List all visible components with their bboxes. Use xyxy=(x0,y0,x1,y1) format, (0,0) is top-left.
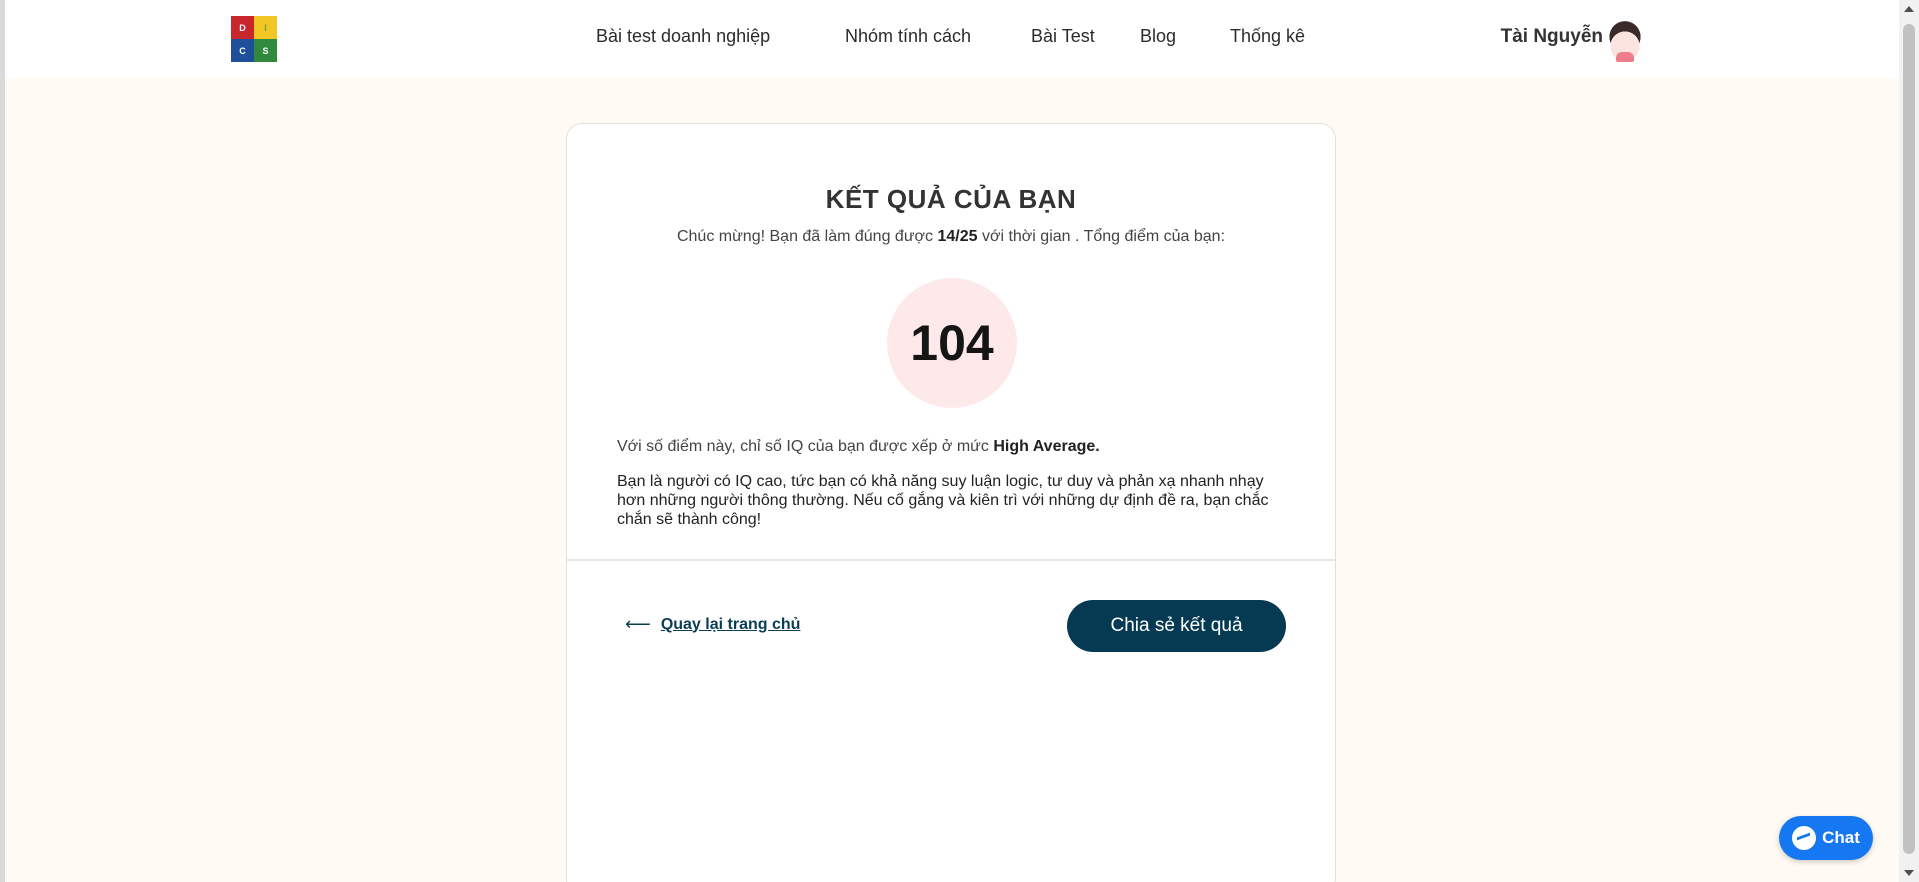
correct-count: 14/25 xyxy=(937,228,978,245)
nav-personality-groups[interactable]: Nhóm tính cách xyxy=(845,26,971,47)
summary-suffix: với thời gian . Tổng điểm của bạn: xyxy=(977,228,1226,245)
nav-tests[interactable]: Bài Test xyxy=(1031,26,1095,47)
summary-prefix: Chúc mừng! Bạn đã làm đúng được xyxy=(676,228,938,245)
avatar[interactable] xyxy=(1605,20,1645,62)
chat-label: Chat xyxy=(1822,828,1860,847)
iq-level: High Average. xyxy=(993,438,1100,455)
scroll-down-arrow-icon[interactable] xyxy=(1904,870,1914,876)
vertical-scrollbar[interactable] xyxy=(1899,0,1919,882)
divider xyxy=(567,559,1335,561)
page: D I C S Bài test doanh nghiệp Nhóm tính … xyxy=(0,0,1919,882)
result-card: KẾT QUẢ CỦA BẠN Chúc mừng! Bạn đã làm đú… xyxy=(566,123,1336,882)
window-edge xyxy=(0,0,5,882)
result-summary: Chúc mừng! Bạn đã làm đúng được 14/25 vớ… xyxy=(567,228,1335,246)
scroll-up-arrow-icon[interactable] xyxy=(1904,6,1914,12)
site-header: D I C S Bài test doanh nghiệp Nhóm tính … xyxy=(5,0,1899,78)
arrow-left-icon: ⟵ xyxy=(625,614,651,634)
level-prefix: Với số điểm này, chỉ số IQ của bạn được … xyxy=(617,438,994,455)
share-result-button[interactable]: Chia sẻ kết quả xyxy=(1067,600,1286,652)
result-description: Bạn là người có IQ cao, tức bạn có khả n… xyxy=(617,473,1269,528)
back-home-link[interactable]: ⟵ Quay lại trang chủ xyxy=(625,614,800,635)
iq-level-line: Với số điểm này, chỉ số IQ của bạn được … xyxy=(617,438,1285,456)
back-home-label: Quay lại trang chủ xyxy=(660,615,801,633)
nav-blog[interactable]: Blog xyxy=(1140,26,1176,47)
messenger-icon xyxy=(1792,826,1817,850)
user-name[interactable]: Tài Nguyễn xyxy=(1501,26,1603,48)
nav-business-test[interactable]: Bài test doanh nghiệp xyxy=(596,26,770,47)
nav-statistics[interactable]: Thống kê xyxy=(1230,26,1305,47)
chat-button[interactable]: Chat xyxy=(1779,816,1873,860)
scroll-thumb[interactable] xyxy=(1903,24,1915,854)
score-circle: 104 xyxy=(887,278,1017,408)
result-title: KẾT QUẢ CỦA BẠN xyxy=(825,184,1077,214)
